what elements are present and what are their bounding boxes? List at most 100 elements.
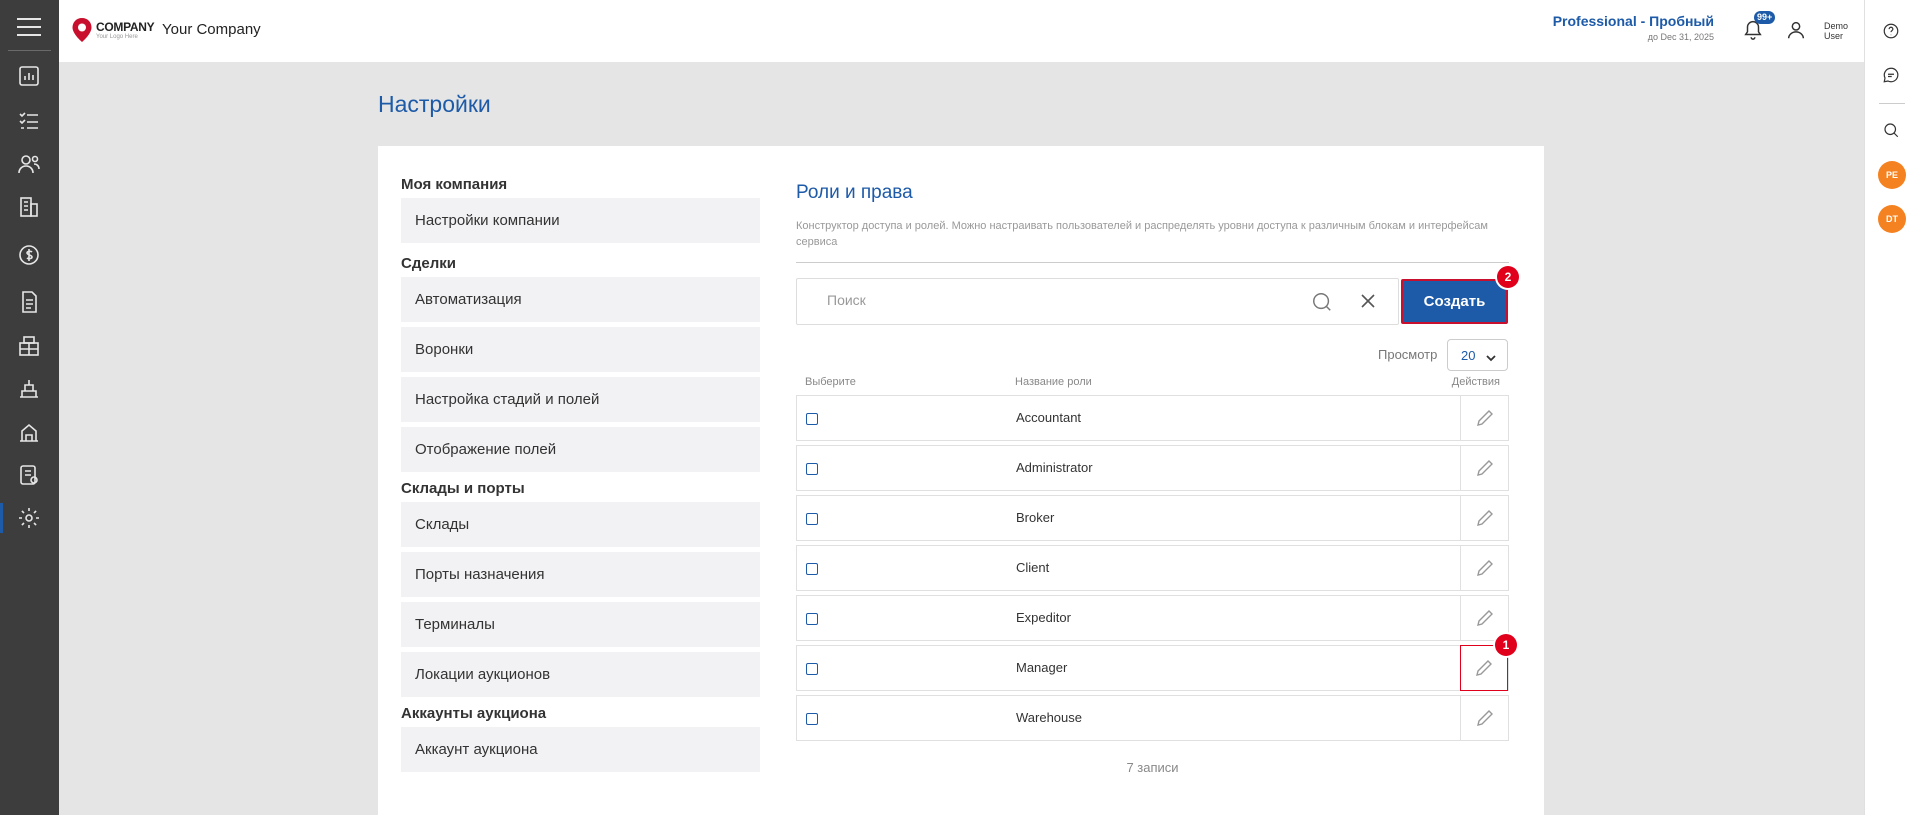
user-name[interactable]: Demo User <box>1824 21 1854 41</box>
pencil-icon <box>1476 510 1493 526</box>
top-bar: COMPANY Your Logo Here Your Company Prof… <box>59 0 1864 62</box>
left-rail <box>0 0 59 815</box>
menu-group-title: Аккаунты аукциона <box>401 705 547 722</box>
roles-title: Роли и права <box>796 182 913 203</box>
rail-divider <box>8 50 51 51</box>
table-row: Warehouse <box>796 695 1509 741</box>
role-name: Broker <box>1016 510 1055 525</box>
auction-icon[interactable] <box>17 420 41 444</box>
settings-card: Моя компания Настройки компании Сделки А… <box>378 146 1544 815</box>
dashboard-icon[interactable] <box>17 64 41 88</box>
menu-item-fields-display[interactable]: Отображение полей <box>401 427 760 472</box>
pencil-icon <box>1476 710 1493 726</box>
finance-icon[interactable] <box>17 243 41 267</box>
company-name: Your Company <box>162 21 261 38</box>
company-logo[interactable]: COMPANY Your Logo Here <box>71 15 167 45</box>
user-icon <box>1787 21 1805 39</box>
menu-item-funnels[interactable]: Воронки <box>401 327 760 372</box>
right-rail-divider <box>1879 103 1905 104</box>
column-header-select: Выберите <box>805 376 856 388</box>
column-header-name[interactable]: Название роли <box>1015 376 1092 388</box>
notifications-button[interactable]: 99+ <box>1742 11 1776 44</box>
warehouse-icon[interactable] <box>17 334 41 358</box>
page-size-select[interactable]: 20 <box>1447 339 1508 371</box>
documents-icon[interactable] <box>17 290 41 314</box>
edit-button[interactable] <box>1460 695 1508 741</box>
chat-icon[interactable] <box>1882 66 1902 86</box>
close-icon[interactable] <box>1360 293 1378 311</box>
edit-button[interactable] <box>1460 395 1508 441</box>
menu-item-ports[interactable]: Порты назначения <box>401 552 760 597</box>
row-checkbox[interactable] <box>806 613 818 625</box>
edit-button[interactable] <box>1460 445 1508 491</box>
menu-group-title: Сделки <box>401 255 456 272</box>
chevron-down-icon <box>1486 351 1496 362</box>
menu-group-title: Склады и порты <box>401 480 525 497</box>
column-header-actions: Действия <box>1451 376 1500 388</box>
row-checkbox[interactable] <box>806 713 818 725</box>
menu-item-automation[interactable]: Автоматизация <box>401 277 760 322</box>
row-checkbox[interactable] <box>806 513 818 525</box>
roles-divider <box>796 262 1509 263</box>
role-name: Accountant <box>1016 410 1082 425</box>
role-name: Manager <box>1016 660 1068 675</box>
logo-text: COMPANY <box>96 19 155 34</box>
step-marker-1: 1 <box>1495 634 1517 656</box>
menu-item-auction-account[interactable]: Аккаунт аукциона <box>401 727 760 772</box>
terminal-icon[interactable] <box>17 377 41 401</box>
row-checkbox[interactable] <box>806 413 818 425</box>
reports-icon[interactable] <box>17 463 41 487</box>
search-box <box>796 278 1399 325</box>
buildings-icon[interactable] <box>17 195 41 219</box>
notification-badge: 99+ <box>1754 11 1776 24</box>
pencil-icon <box>1476 610 1493 626</box>
logo-subtext: Your Logo Here <box>96 33 138 40</box>
active-indicator <box>0 503 3 533</box>
table-row: Administrator <box>796 445 1509 491</box>
pencil-icon <box>1476 560 1493 576</box>
page-title: Настройки <box>378 91 491 117</box>
menu-item-terminals[interactable]: Терминалы <box>401 602 760 647</box>
role-name: Expeditor <box>1016 610 1071 625</box>
row-checkbox[interactable] <box>806 463 818 475</box>
table-row: Client <box>796 545 1509 591</box>
roles-table: Accountant Administrator Broker Client E <box>796 395 1517 745</box>
menu-icon[interactable] <box>17 18 41 38</box>
menu-group-title: Моя компания <box>401 176 508 193</box>
menu-item-auction-locations[interactable]: Локации аукционов <box>401 652 760 697</box>
roles-description: Конструктор доступа и ролей. Можно настр… <box>796 220 1488 248</box>
edit-button[interactable] <box>1460 495 1508 541</box>
plan-expiry: до Dec 31, 2025 <box>1647 32 1714 42</box>
menu-item-company-settings[interactable]: Настройки компании <box>401 198 760 243</box>
user-menu-button[interactable] <box>1785 19 1809 43</box>
search-icon[interactable] <box>1311 291 1333 313</box>
plan-info[interactable]: Professional - Пробный до Dec 31, 2025 <box>1553 13 1714 42</box>
help-icon[interactable] <box>1882 22 1902 42</box>
avatar-dt[interactable]: DT <box>1878 205 1906 233</box>
pencil-icon <box>1476 660 1492 676</box>
global-search-icon[interactable] <box>1882 121 1902 141</box>
role-name: Administrator <box>1016 460 1093 475</box>
settings-icon[interactable] <box>17 506 41 530</box>
role-name: Client <box>1016 560 1050 575</box>
menu-item-warehouses[interactable]: Склады <box>401 502 760 547</box>
step-marker-2: 2 <box>1497 266 1519 288</box>
right-rail: PE DT <box>1864 0 1919 815</box>
table-row: Broker <box>796 495 1509 541</box>
row-checkbox[interactable] <box>806 663 818 675</box>
plan-title[interactable]: Professional - Пробный <box>1553 13 1714 29</box>
contacts-icon[interactable] <box>17 152 41 176</box>
view-label: Просмотр <box>1378 347 1438 362</box>
records-count: 7 записи <box>1126 760 1179 775</box>
create-button[interactable]: Создать <box>1401 279 1508 324</box>
avatar-pe[interactable]: PE <box>1878 161 1906 189</box>
search-input[interactable] <box>827 292 1307 308</box>
pencil-icon <box>1476 460 1493 476</box>
tasks-icon[interactable] <box>17 109 41 133</box>
pencil-icon <box>1476 410 1493 426</box>
page-size-value: 20 <box>1461 347 1476 363</box>
table-row: Accountant <box>796 395 1509 441</box>
edit-button[interactable] <box>1460 545 1508 591</box>
menu-item-stages-fields[interactable]: Настройка стадий и полей <box>401 377 760 422</box>
row-checkbox[interactable] <box>806 563 818 575</box>
